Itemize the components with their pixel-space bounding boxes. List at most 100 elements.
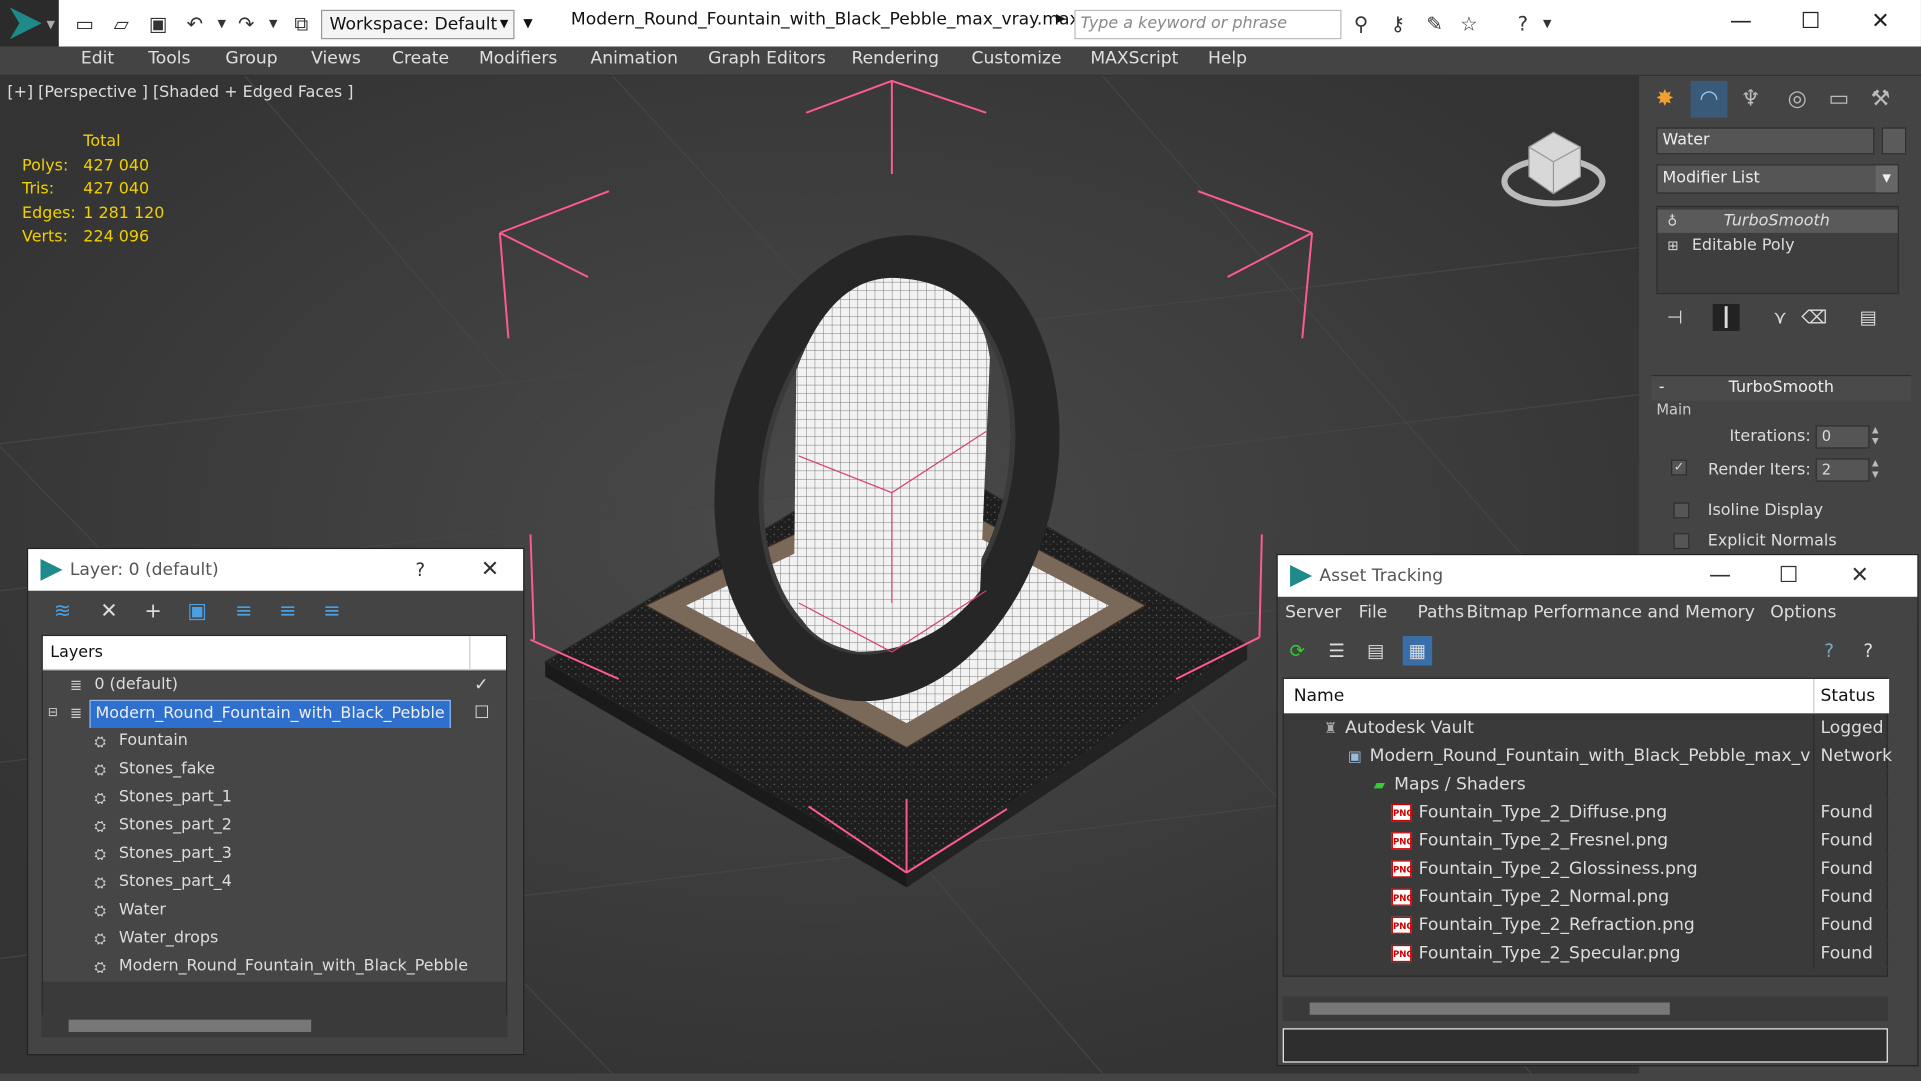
menu-tools[interactable]: Tools (148, 49, 190, 69)
spinner-icon[interactable]: ▲ ▼ (1872, 458, 1884, 480)
workspace-menu-button[interactable]: ▼ (517, 10, 539, 39)
table-row-vault[interactable]: ♜ Autodesk Vault Logged (1283, 714, 1890, 743)
configure-sets-icon[interactable]: ▤ (1855, 304, 1882, 331)
asset-path-field[interactable] (1282, 1028, 1888, 1063)
layer-child-row[interactable]: ⛭ Water_drops (42, 925, 506, 954)
layer-child-row[interactable]: ⛭ Modern_Round_Fountain_with_Black_Pebble (42, 953, 506, 982)
menu-animation[interactable]: Animation (590, 49, 677, 69)
menu-edit[interactable]: Edit (81, 49, 114, 69)
table-row[interactable]: PNG Fountain_Type_2_Refraction.png Found (1283, 911, 1890, 941)
column-status-header[interactable]: Status (1820, 679, 1875, 713)
menu-server[interactable]: Server (1285, 603, 1341, 623)
help-button[interactable]: ? (402, 549, 439, 591)
undo-icon[interactable]: ↶ (181, 11, 208, 38)
dialog-title-bar[interactable]: Layer: 0 (default) ? ✕ (28, 549, 524, 591)
render-iters-input[interactable]: 2 (1815, 458, 1870, 482)
menu-options[interactable]: Options (1770, 603, 1836, 623)
table-row[interactable]: PNG Fountain_Type_2_Diffuse.png Found (1283, 799, 1890, 828)
hide-all-icon[interactable]: ≡ (273, 598, 302, 625)
menu-graph-editors[interactable]: Graph Editors (708, 49, 826, 69)
close-button[interactable]: ✕ (1841, 555, 1878, 597)
help-dropdown-icon[interactable]: ▼ (1534, 11, 1561, 38)
table-view-icon[interactable]: ▦ (1402, 636, 1433, 666)
spinner-icon[interactable]: ▲ ▼ (1872, 425, 1884, 447)
stack-item-editable-poly[interactable]: ⊞ Editable Poly (1658, 234, 1898, 257)
maximize-button[interactable]: ☐ (1770, 555, 1807, 597)
binoculars-icon[interactable]: ⚲ (1348, 11, 1375, 38)
layer-row-default[interactable]: ≣ 0 (default) ✓ (42, 671, 506, 700)
maximize-button[interactable]: ☐ (1783, 7, 1839, 39)
select-objects-icon[interactable]: ▣ (183, 598, 212, 625)
save-icon[interactable]: ▣ (145, 11, 172, 38)
menu-bitmap-performance[interactable]: Bitmap Performance and Memory (1466, 603, 1754, 623)
table-row[interactable]: PNG Fountain_Type_2_Glossiness.png Found (1283, 855, 1890, 884)
workspace-selector[interactable]: Workspace: Default ▼ (320, 9, 515, 40)
open-folder-icon[interactable]: ▱ (108, 11, 135, 38)
hierarchy-tab-icon[interactable]: ♆ (1732, 81, 1769, 118)
layer-child-row[interactable]: ⛭ Stones_part_4 (42, 868, 506, 898)
refresh-icon[interactable]: ⟳ (1283, 636, 1312, 665)
undo-dropdown-icon[interactable]: ▼ (208, 11, 235, 38)
horizontal-scrollbar[interactable] (41, 1014, 508, 1037)
collapse-minus-icon[interactable]: ⊟ (48, 700, 58, 727)
table-row[interactable]: PNG Fountain_Type_2_Fresnel.png Found (1283, 827, 1890, 856)
menu-views[interactable]: Views (311, 49, 361, 69)
object-name-field[interactable]: Water (1656, 127, 1875, 155)
menu-group[interactable]: Group (225, 49, 277, 69)
list-view-icon[interactable]: ☰ (1322, 636, 1351, 665)
table-row[interactable]: PNG Fountain_Type_2_Specular.png Found (1283, 940, 1890, 969)
scrollbar-thumb[interactable] (68, 1019, 312, 1032)
menu-rendering[interactable]: Rendering (851, 49, 939, 69)
table-row-maps-group[interactable]: ▰ Maps / Shaders (1283, 770, 1890, 800)
layer-child-row[interactable]: ⛭ Fountain (42, 728, 506, 757)
pin-stack-icon[interactable]: ⊣ (1661, 304, 1688, 331)
search-input[interactable]: Type a keyword or phrase (1074, 9, 1342, 40)
detail-view-icon[interactable]: ▤ (1361, 636, 1390, 665)
menu-modifiers[interactable]: Modifiers (479, 49, 557, 69)
close-button[interactable]: ✕ (472, 549, 509, 591)
show-end-result-icon[interactable]: ┃ (1712, 303, 1740, 331)
object-color-swatch[interactable] (1881, 127, 1907, 155)
menu-file[interactable]: File (1359, 603, 1388, 623)
help-icon[interactable]: ? (1814, 636, 1843, 665)
render-iters-checkbox[interactable]: ✓ (1671, 459, 1687, 476)
layer-child-row[interactable]: ⛭ Stones_part_3 (42, 840, 506, 869)
stack-item-turbosmooth[interactable]: ♁ TurboSmooth (1657, 209, 1898, 233)
freeze-all-icon[interactable]: ≡ (317, 598, 346, 625)
context-help-icon[interactable]: ? (1854, 636, 1883, 665)
explicit-normals-checkbox[interactable] (1673, 533, 1690, 550)
create-layer-icon[interactable]: ≋ (48, 598, 77, 625)
app-menu-button[interactable]: ▼ (0, 0, 59, 47)
menu-help[interactable]: Help (1208, 49, 1247, 69)
minimize-button[interactable]: — (1713, 7, 1769, 39)
motion-tab-icon[interactable]: ◎ (1779, 81, 1816, 118)
active-layer-checkmark-icon[interactable]: ✓ (474, 672, 488, 699)
display-tab-icon[interactable]: ▭ (1820, 81, 1857, 118)
favorites-star-icon[interactable]: ☆ (1455, 11, 1482, 38)
layer-child-row[interactable]: ⛭ Water (42, 897, 506, 926)
layer-child-row[interactable]: ⛭ Stones_part_2 (42, 812, 506, 841)
make-active-box-icon[interactable]: ☐ (474, 700, 489, 727)
table-row[interactable]: PNG Fountain_Type_2_Normal.png Found (1283, 883, 1890, 912)
lightbulb-icon[interactable]: ♁ (1667, 210, 1677, 233)
communication-icon[interactable]: ✎ (1421, 11, 1448, 38)
remove-modifier-icon[interactable]: ⌫ (1801, 304, 1828, 331)
scrollbar-thumb[interactable] (1309, 1002, 1670, 1015)
dialog-title-bar[interactable]: Asset Tracking — ☐ ✕ (1277, 555, 1918, 597)
menu-maxscript[interactable]: MAXScript (1090, 49, 1178, 69)
rollout-header[interactable]: - TurboSmooth (1651, 376, 1912, 401)
project-folder-icon[interactable]: ⧉ (288, 11, 315, 38)
redo-dropdown-icon[interactable]: ▼ (260, 11, 287, 38)
isoline-display-checkbox[interactable] (1673, 502, 1690, 519)
layer-child-row[interactable]: ⛭ Stones_part_1 (42, 784, 506, 813)
close-button[interactable]: ✕ (1852, 7, 1908, 39)
minimize-button[interactable]: — (1702, 555, 1739, 597)
create-tab-icon[interactable]: ✸ (1647, 81, 1684, 118)
table-row-scene-file[interactable]: ▣ Modern_Round_Fountain_with_Black_Pebbl… (1283, 742, 1892, 771)
search-expand-icon[interactable]: ▶ (1056, 12, 1065, 25)
delete-layer-icon[interactable]: ✕ (94, 598, 123, 625)
highlight-layer-icon[interactable]: ≡ (229, 598, 258, 625)
column-name-header[interactable]: Name (1294, 679, 1345, 713)
menu-create[interactable]: Create (392, 49, 449, 69)
viewport-label[interactable]: [+] [Perspective ] [Shaded + Edged Faces… (7, 83, 353, 101)
